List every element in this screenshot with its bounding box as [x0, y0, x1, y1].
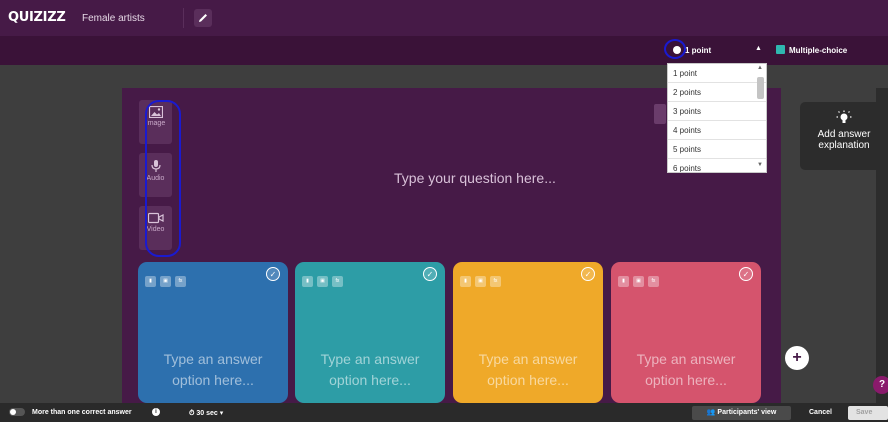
- points-option[interactable]: 2 points: [668, 83, 766, 102]
- answer-option-input[interactable]: Type an answer option here...: [305, 349, 435, 391]
- scroll-up-icon[interactable]: ▲: [757, 65, 763, 71]
- multi-correct-label: More than one correct answer: [32, 409, 132, 416]
- option-toolbar: ▮ ▣ fx: [302, 269, 347, 287]
- image-icon[interactable]: ▣: [633, 276, 644, 287]
- points-option[interactable]: 4 points: [668, 121, 766, 140]
- answer-option-4[interactable]: ▮ ▣ fx ✓ Type an answer option here...: [611, 262, 761, 403]
- answer-option-input[interactable]: Type an answer option here...: [148, 349, 278, 391]
- add-answer-explanation-button[interactable]: Add answer explanation: [800, 102, 888, 170]
- option-toolbar: ▮ ▣ fx: [460, 269, 505, 287]
- toggle-knob: [10, 409, 16, 415]
- top-bar: QUIZIZZ Female artists: [0, 0, 888, 36]
- delete-icon[interactable]: ▮: [145, 276, 156, 287]
- scroll-down-icon[interactable]: ▼: [757, 162, 763, 168]
- points-option[interactable]: 1 point: [668, 64, 766, 83]
- caret-up-icon: ▲: [755, 45, 762, 52]
- quiz-title[interactable]: Female artists: [82, 13, 145, 24]
- annotation-outline: [145, 100, 181, 257]
- delete-icon[interactable]: ▮: [618, 276, 629, 287]
- image-icon[interactable]: ▣: [475, 276, 486, 287]
- answer-option-1[interactable]: ▮ ▣ fx ✓ Type an answer option here...: [138, 262, 288, 403]
- correct-answer-check-icon[interactable]: ✓: [581, 267, 595, 281]
- points-dropdown-menu: 1 point 2 points 3 points 4 points 5 poi…: [667, 63, 767, 173]
- caret-down-icon: ▾: [217, 410, 224, 417]
- footer-bar: More than one correct answer i ⏱ 30 sec …: [0, 403, 888, 422]
- add-option-button[interactable]: +: [785, 346, 809, 370]
- annotation-circle: [664, 39, 686, 59]
- answer-option-input[interactable]: Type an answer option here...: [463, 349, 593, 391]
- points-option[interactable]: 5 points: [668, 140, 766, 159]
- correct-answer-check-icon[interactable]: ✓: [739, 267, 753, 281]
- help-button[interactable]: ?: [873, 376, 888, 394]
- points-option[interactable]: 3 points: [668, 102, 766, 121]
- timer-value: 30 sec: [196, 410, 218, 417]
- participants-view-label: Participants' view: [717, 409, 777, 416]
- formula-icon[interactable]: fx: [332, 276, 343, 287]
- formula-icon[interactable]: fx: [648, 276, 659, 287]
- multi-correct-toggle[interactable]: [9, 408, 25, 416]
- image-icon[interactable]: ▣: [160, 276, 171, 287]
- cancel-button[interactable]: Cancel: [809, 409, 832, 416]
- option-toolbar: ▮ ▣ fx: [618, 269, 663, 287]
- info-icon[interactable]: i: [152, 408, 160, 416]
- pencil-icon: [199, 14, 207, 22]
- timer-dropdown[interactable]: ⏱ 30 sec ▾: [189, 409, 223, 418]
- question-type-dropdown[interactable]: Multiple-choice: [772, 42, 888, 59]
- divider: [183, 8, 184, 28]
- formula-icon[interactable]: fx: [175, 276, 186, 287]
- image-icon[interactable]: ▣: [317, 276, 328, 287]
- delete-icon[interactable]: ▮: [302, 276, 313, 287]
- participants-view-button[interactable]: 👥 Participants' view: [692, 406, 791, 420]
- quizizz-logo[interactable]: QUIZIZZ: [8, 10, 66, 25]
- answer-option-3[interactable]: ▮ ▣ fx ✓ Type an answer option here...: [453, 262, 603, 403]
- correct-answer-check-icon[interactable]: ✓: [266, 267, 280, 281]
- multiple-choice-icon: [776, 45, 785, 54]
- delete-icon[interactable]: ▮: [460, 276, 471, 287]
- lightbulb-icon: [836, 110, 852, 123]
- question-tool-button[interactable]: [654, 104, 666, 124]
- answer-option-2[interactable]: ▮ ▣ fx ✓ Type an answer option here...: [295, 262, 445, 403]
- explanation-label: Add answer explanation: [817, 129, 871, 151]
- points-selected-label: 1 point: [685, 46, 712, 55]
- users-icon: 👥: [706, 409, 718, 416]
- save-button[interactable]: Save: [848, 406, 888, 420]
- answer-option-input[interactable]: Type an answer option here...: [621, 349, 751, 391]
- question-input[interactable]: Type your question here...: [394, 170, 556, 186]
- formula-icon[interactable]: fx: [490, 276, 501, 287]
- scroll-thumb[interactable]: [757, 77, 764, 99]
- option-toolbar: ▮ ▣ fx: [145, 269, 190, 287]
- question-type-label: Multiple-choice: [789, 46, 848, 55]
- dropdown-scrollbar[interactable]: ▲ ▼: [756, 65, 765, 170]
- correct-answer-check-icon[interactable]: ✓: [423, 267, 437, 281]
- edit-title-button[interactable]: [194, 9, 212, 27]
- points-option[interactable]: 6 points: [668, 159, 766, 172]
- save-label: Save: [856, 409, 873, 416]
